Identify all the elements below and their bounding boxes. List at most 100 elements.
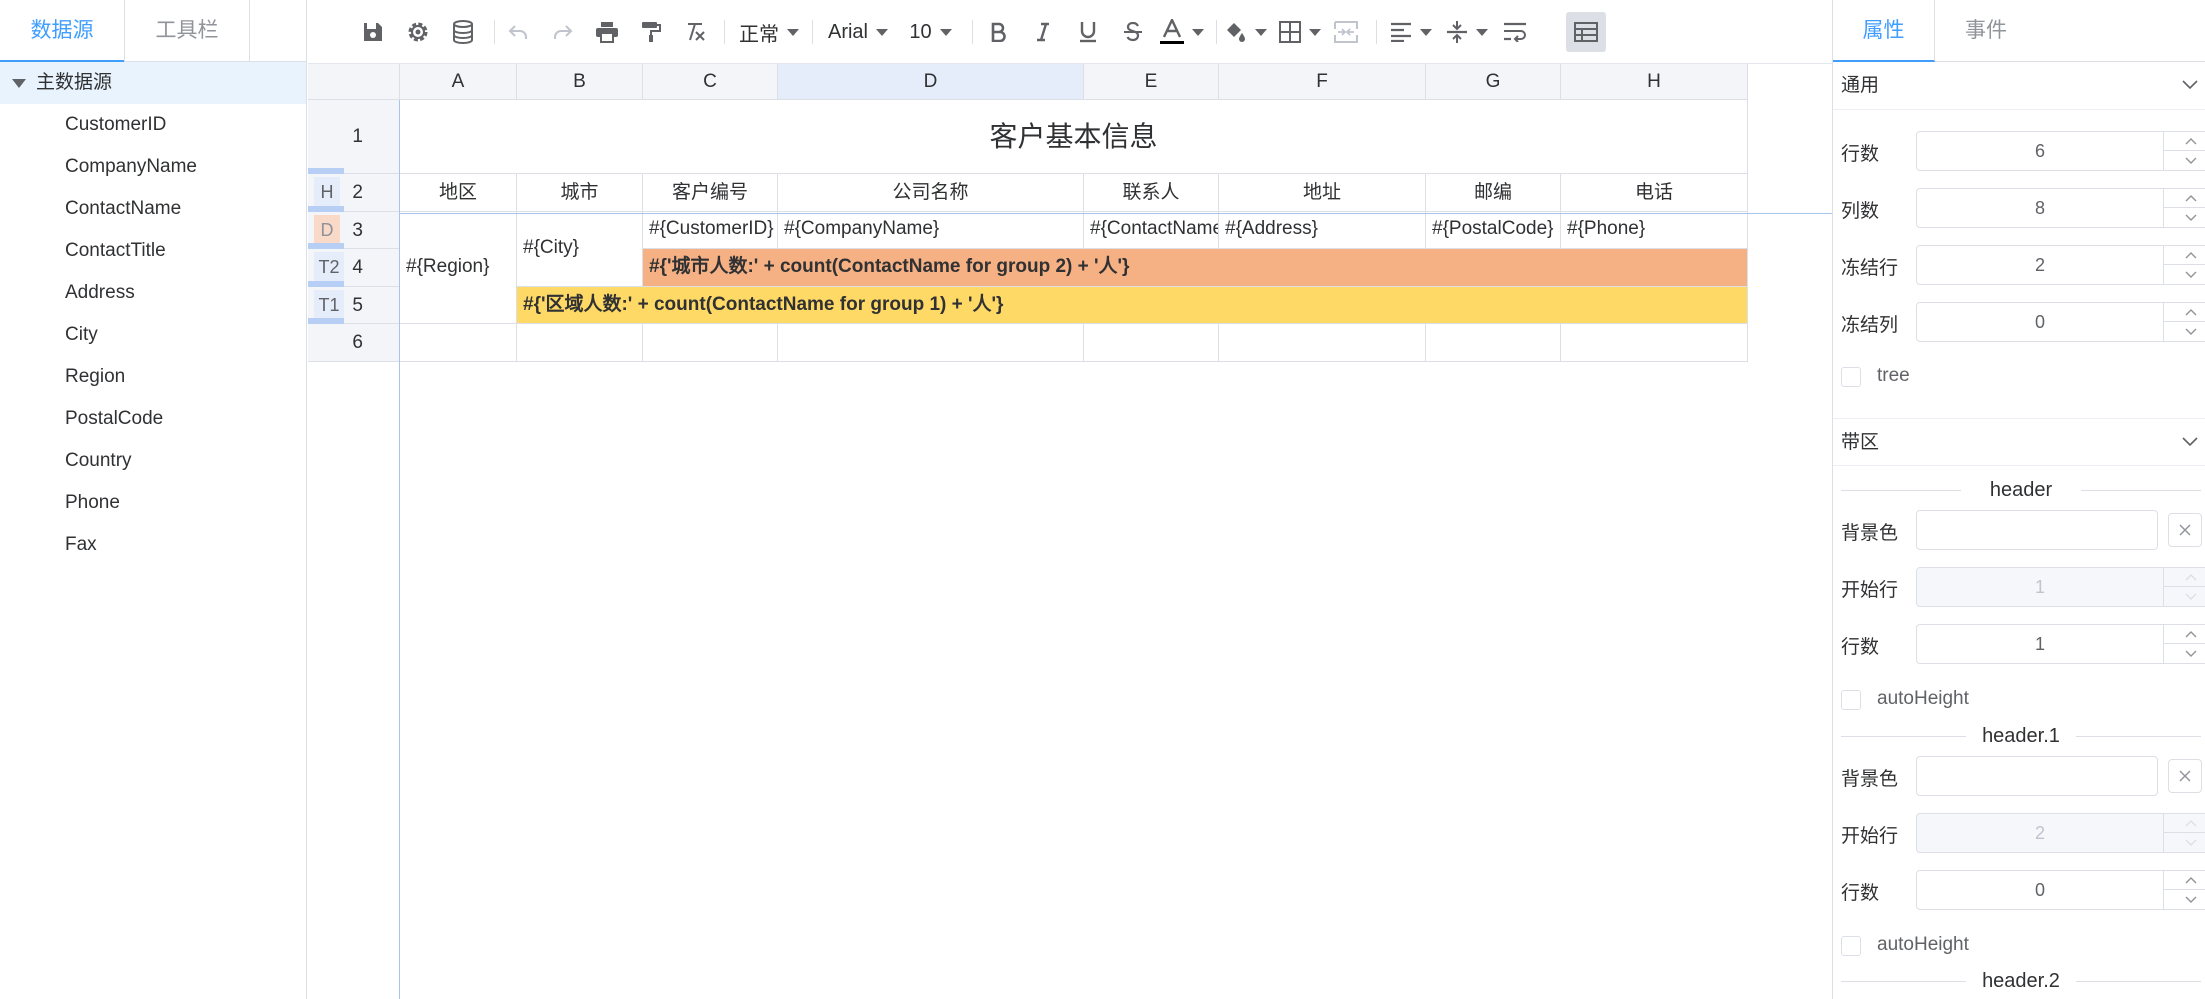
field-item[interactable]: Phone bbox=[0, 482, 306, 524]
frozen-rows-input[interactable]: 2 bbox=[1916, 245, 2205, 285]
section-bands-header[interactable]: 带区 bbox=[1833, 418, 2205, 466]
tree-checkbox[interactable] bbox=[1841, 367, 1861, 387]
field-item[interactable]: ContactTitle bbox=[0, 230, 306, 272]
tab-properties[interactable]: 属性 bbox=[1833, 0, 1935, 62]
print-button[interactable] bbox=[592, 12, 622, 52]
border-button[interactable] bbox=[1275, 12, 1325, 52]
fill-color-button[interactable] bbox=[1222, 12, 1270, 52]
empty-cell[interactable] bbox=[1084, 324, 1219, 362]
cell-phone-expr[interactable]: #{Phone} bbox=[1561, 212, 1748, 249]
field-item[interactable]: CompanyName bbox=[0, 146, 306, 188]
caret-down-icon[interactable] bbox=[12, 78, 26, 88]
select-all-corner[interactable] bbox=[308, 64, 400, 100]
decrement-button[interactable] bbox=[2164, 587, 2205, 606]
tab-datasource[interactable]: 数据源 bbox=[0, 0, 124, 62]
field-item[interactable]: City bbox=[0, 314, 306, 356]
empty-cell[interactable] bbox=[400, 324, 517, 362]
empty-cell[interactable] bbox=[1561, 324, 1748, 362]
row-header-5[interactable]: T1 5 bbox=[308, 287, 400, 324]
table-mode-button[interactable] bbox=[1566, 12, 1606, 52]
empty-cell[interactable] bbox=[517, 324, 643, 362]
increment-button[interactable] bbox=[2164, 871, 2205, 890]
row-header-4[interactable]: T2 4 bbox=[308, 249, 400, 287]
increment-button[interactable] bbox=[2164, 568, 2205, 587]
header-cell-customer-id[interactable]: 客户编号 bbox=[643, 174, 778, 212]
increment-button[interactable] bbox=[2164, 625, 2205, 644]
column-header-b[interactable]: B bbox=[517, 64, 643, 100]
increment-button[interactable] bbox=[2164, 246, 2205, 265]
cell-company-expr[interactable]: #{CompanyName} bbox=[778, 212, 1084, 249]
header-cell-phone[interactable]: 电话 bbox=[1561, 174, 1748, 212]
field-item[interactable]: PostalCode bbox=[0, 398, 306, 440]
empty-cell[interactable] bbox=[643, 324, 778, 362]
column-header-d[interactable]: D bbox=[778, 64, 1084, 100]
format-painter-button[interactable] bbox=[636, 12, 666, 52]
header-cell-company[interactable]: 公司名称 bbox=[778, 174, 1084, 212]
header-cell-city[interactable]: 城市 bbox=[517, 174, 643, 212]
cell-customer-id-expr[interactable]: #{CustomerID} bbox=[643, 212, 778, 249]
rows-input[interactable]: 6 bbox=[1916, 131, 2205, 171]
column-header-a[interactable]: A bbox=[400, 64, 517, 100]
decrement-button[interactable] bbox=[2164, 208, 2205, 227]
header-cell-postal[interactable]: 邮编 bbox=[1426, 174, 1561, 212]
font-family-select[interactable]: Arial bbox=[823, 12, 893, 52]
spreadsheet-grid[interactable]: A B C D E F G H 1 H 2 D 3 T2 4 T1 5 6 客户… bbox=[308, 64, 1832, 999]
tab-toolbar[interactable]: 工具栏 bbox=[124, 0, 250, 62]
horizontal-align-button[interactable] bbox=[1386, 12, 1436, 52]
field-item[interactable]: Country bbox=[0, 440, 306, 482]
bold-button[interactable] bbox=[983, 12, 1013, 52]
column-header-g[interactable]: G bbox=[1426, 64, 1561, 100]
row-header-6[interactable]: 6 bbox=[308, 324, 400, 362]
header1-autoheight-checkbox[interactable] bbox=[1841, 936, 1861, 956]
frozen-cols-input[interactable]: 0 bbox=[1916, 302, 2205, 342]
header-start-input[interactable]: 1 bbox=[1916, 567, 2205, 607]
font-size-select[interactable]: 10 bbox=[903, 12, 958, 52]
settings-button[interactable] bbox=[403, 12, 433, 52]
cell-group1-total[interactable]: #{'区域人数:' + count(ContactName for group … bbox=[517, 287, 1748, 324]
decrement-button[interactable] bbox=[2164, 890, 2205, 909]
header-cell-contact[interactable]: 联系人 bbox=[1084, 174, 1219, 212]
cell-region-expr[interactable]: #{Region} bbox=[400, 212, 517, 324]
field-item[interactable]: Fax bbox=[0, 524, 306, 566]
field-item[interactable]: Region bbox=[0, 356, 306, 398]
title-cell[interactable]: 客户基本信息 bbox=[400, 100, 1748, 174]
font-color-button[interactable] bbox=[1156, 12, 1208, 52]
cell-group2-total[interactable]: #{'城市人数:' + count(ContactName for group … bbox=[643, 249, 1748, 287]
field-item[interactable]: ContactName bbox=[0, 188, 306, 230]
row-header-1[interactable]: 1 bbox=[308, 100, 400, 174]
cell-postal-expr[interactable]: #{PostalCode} bbox=[1426, 212, 1561, 249]
merge-cells-button[interactable] bbox=[1331, 12, 1361, 52]
header-cell-region[interactable]: 地区 bbox=[400, 174, 517, 212]
header-bg-clear-button[interactable] bbox=[2168, 513, 2202, 547]
increment-button[interactable] bbox=[2164, 814, 2205, 833]
column-header-h[interactable]: H bbox=[1561, 64, 1748, 100]
header-bg-color-input[interactable] bbox=[1916, 510, 2158, 550]
header-autoheight-checkbox[interactable] bbox=[1841, 690, 1861, 710]
clear-format-button[interactable] bbox=[680, 12, 710, 52]
redo-button[interactable] bbox=[548, 12, 578, 52]
tree-root-main-datasource[interactable]: 主数据源 bbox=[0, 62, 306, 104]
section-general-header[interactable]: 通用 bbox=[1833, 62, 2205, 110]
header1-bg-color-input[interactable] bbox=[1916, 756, 2158, 796]
vertical-align-button[interactable] bbox=[1442, 12, 1492, 52]
column-header-e[interactable]: E bbox=[1084, 64, 1219, 100]
empty-cell[interactable] bbox=[1219, 324, 1426, 362]
cell-city-expr[interactable]: #{City} bbox=[517, 212, 643, 287]
header1-start-input[interactable]: 2 bbox=[1916, 813, 2205, 853]
cell-contact-expr[interactable]: #{ContactName} bbox=[1084, 212, 1219, 249]
underline-button[interactable] bbox=[1073, 12, 1103, 52]
header-rows-input[interactable]: 1 bbox=[1916, 624, 2205, 664]
increment-button[interactable] bbox=[2164, 189, 2205, 208]
decrement-button[interactable] bbox=[2164, 833, 2205, 852]
decrement-button[interactable] bbox=[2164, 265, 2205, 284]
tab-events[interactable]: 事件 bbox=[1935, 0, 2037, 62]
header-cell-address[interactable]: 地址 bbox=[1219, 174, 1426, 212]
text-wrap-button[interactable] bbox=[1500, 12, 1530, 52]
undo-button[interactable] bbox=[503, 12, 533, 52]
column-header-f[interactable]: F bbox=[1219, 64, 1426, 100]
cell-address-expr[interactable]: #{Address} bbox=[1219, 212, 1426, 249]
empty-cell[interactable] bbox=[1426, 324, 1561, 362]
header1-bg-clear-button[interactable] bbox=[2168, 759, 2202, 793]
increment-button[interactable] bbox=[2164, 132, 2205, 151]
cols-input[interactable]: 8 bbox=[1916, 188, 2205, 228]
